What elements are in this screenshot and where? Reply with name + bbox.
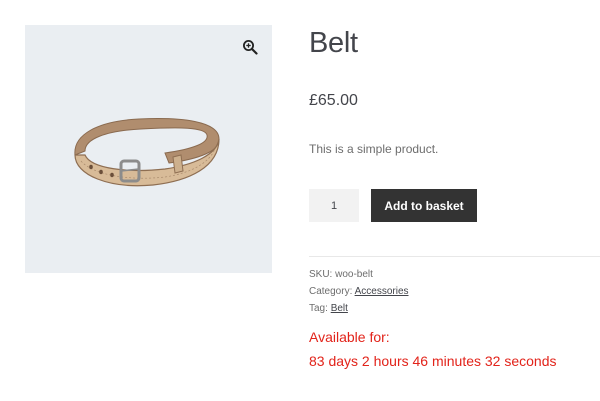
belt-image[interactable] (69, 105, 221, 191)
tag-row: Tag: Belt (309, 303, 348, 314)
sku-value: woo-belt (335, 269, 373, 280)
tag-link[interactable]: Belt (331, 303, 348, 314)
category-link[interactable]: Accessories (355, 286, 409, 297)
product-summary: Belt £65.00 This is a simple product. Ad… (309, 0, 600, 401)
sku-label: SKU: (309, 269, 333, 280)
product-price: £65.00 (309, 92, 358, 109)
product-title: Belt (309, 27, 358, 59)
divider (309, 256, 600, 257)
category-label: Category: (309, 286, 353, 297)
availability-countdown: 83 days 2 hours 46 minutes 32 seconds (309, 353, 557, 369)
category-row: Category: Accessories (309, 286, 409, 297)
sku-row: SKU: woo-belt (309, 269, 373, 280)
product-description: This is a simple product. (309, 142, 439, 156)
product-image-gallery (25, 25, 272, 273)
tag-label: Tag: (309, 303, 328, 314)
availability-label: Available for: (309, 329, 390, 345)
add-to-basket-button[interactable]: Add to basket (371, 189, 477, 222)
zoom-icon[interactable] (242, 39, 258, 55)
quantity-input[interactable] (309, 189, 359, 222)
